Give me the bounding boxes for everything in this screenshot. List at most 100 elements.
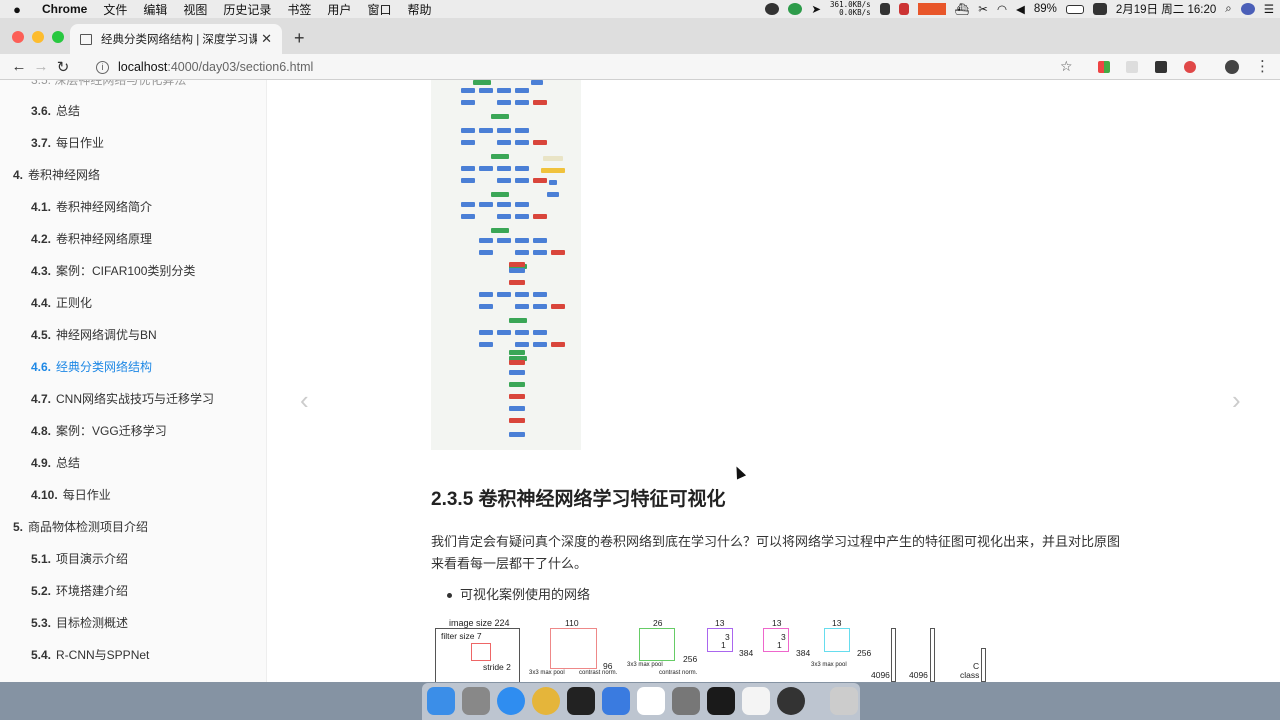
diagram-node bbox=[547, 192, 559, 197]
toc-item[interactable]: 4.10. 每日作业 bbox=[0, 485, 111, 505]
extension-grid-icon[interactable] bbox=[1098, 61, 1110, 73]
toc-item[interactable]: 4.1. 卷积神经网络简介 bbox=[0, 197, 152, 217]
battery-icon[interactable] bbox=[1065, 4, 1084, 14]
extension-cursor-icon[interactable] bbox=[1126, 61, 1138, 73]
toc-item[interactable]: 5.3. 目标检测概述 bbox=[0, 613, 128, 633]
memory-status-icon[interactable] bbox=[879, 3, 890, 15]
toc-item[interactable]: 3.7. 每日作业 bbox=[0, 133, 104, 153]
toc-item-number: 5.2. bbox=[31, 584, 52, 598]
toc-item-partial[interactable]: 3.5. 深层神经网络与优化算法 bbox=[0, 80, 186, 90]
toc-item[interactable]: 4.6. 经典分类网络结构 bbox=[0, 357, 152, 377]
fig-pool2: 3x3 max pool bbox=[627, 662, 663, 668]
docker-icon[interactable]: ⛴ bbox=[955, 2, 970, 16]
toc-item[interactable]: 5.2. 环境搭建介绍 bbox=[0, 581, 128, 601]
bookmark-star-icon[interactable]: ☆ bbox=[1060, 58, 1073, 75]
menu-edit[interactable]: 编辑 bbox=[135, 1, 175, 18]
extension-excel-icon[interactable] bbox=[1155, 61, 1167, 73]
typora-icon[interactable] bbox=[742, 687, 770, 715]
menu-file[interactable]: 文件 bbox=[95, 1, 135, 18]
toc-item[interactable]: 4.4. 正则化 bbox=[0, 293, 92, 313]
forward-button[interactable]: → bbox=[30, 58, 52, 75]
diagram-node bbox=[473, 80, 491, 85]
tab-active[interactable]: 经典分类网络结构 | 深度学习课 ✕ bbox=[70, 24, 282, 54]
finder-icon[interactable] bbox=[427, 687, 455, 715]
toc-item[interactable]: 5.4. R-CNN与SPPNet bbox=[0, 645, 149, 665]
wifi-icon[interactable]: ◠ bbox=[997, 2, 1007, 16]
prev-page-arrow[interactable]: ‹ bbox=[300, 385, 309, 416]
close-tab-icon[interactable]: ✕ bbox=[261, 31, 272, 47]
diagram-node bbox=[509, 262, 525, 267]
kite-icon[interactable] bbox=[637, 687, 665, 715]
diagram-node bbox=[549, 180, 557, 185]
browser-menu-icon[interactable]: ⋮ bbox=[1255, 57, 1270, 75]
toc-item[interactable]: 5.1. 项目演示介绍 bbox=[0, 549, 128, 569]
menu-help[interactable]: 帮助 bbox=[399, 1, 439, 18]
fig-label-13b: 13 bbox=[772, 618, 782, 628]
fig-layer2-box bbox=[639, 628, 675, 661]
clock[interactable]: 2月19日 周二 16:20 bbox=[1116, 1, 1216, 17]
cpu-status-icon[interactable] bbox=[898, 3, 909, 15]
battery-percent[interactable]: 89% bbox=[1034, 3, 1057, 15]
input-method-icon[interactable] bbox=[1092, 3, 1107, 15]
reload-button[interactable]: ↻ bbox=[52, 58, 74, 76]
next-page-arrow[interactable]: › bbox=[1232, 385, 1241, 416]
keynote-icon[interactable] bbox=[602, 687, 630, 715]
menu-app-name[interactable]: Chrome bbox=[34, 2, 95, 16]
scissors-icon[interactable]: ✂ bbox=[978, 2, 988, 16]
toc-item[interactable]: 5. 商品物体检测项目介绍 bbox=[0, 517, 148, 537]
terminal-icon[interactable] bbox=[707, 687, 735, 715]
toc-item-label: 总结 bbox=[56, 104, 81, 118]
spotlight-search-icon[interactable]: ⌕ bbox=[1225, 3, 1231, 16]
apple-menu-icon[interactable]: ● bbox=[0, 2, 34, 17]
chrome-icon[interactable] bbox=[532, 687, 560, 715]
toc-item[interactable]: 4.2. 卷积神经网络原理 bbox=[0, 229, 152, 249]
diagram-node bbox=[497, 202, 511, 207]
toc-item[interactable]: 4.7. CNN网络实战技巧与迁移学习 bbox=[0, 389, 214, 409]
extension-shield-icon[interactable] bbox=[1184, 61, 1196, 73]
obs-icon[interactable] bbox=[777, 687, 805, 715]
toc-item[interactable]: 4.5. 神经网络调优与BN bbox=[0, 325, 157, 345]
profile-avatar[interactable] bbox=[1225, 60, 1239, 74]
status-area: ➤ 361.0KB/s 0.0KB/s ⛴ ✂ ◠ ◀ 89% 2月19日 周二 … bbox=[765, 0, 1274, 18]
send-status-icon[interactable]: ➤ bbox=[811, 2, 821, 16]
menu-bookmarks[interactable]: 书签 bbox=[279, 1, 319, 18]
new-tab-button[interactable]: + bbox=[294, 28, 305, 49]
toc-item[interactable]: 4.3. 案例：CIFAR100类别分类 bbox=[0, 261, 195, 281]
toc-item-label: 案例：VGG迁移学习 bbox=[56, 424, 167, 438]
system-preferences-icon[interactable] bbox=[672, 687, 700, 715]
diagram-node bbox=[497, 128, 511, 133]
diagram-node bbox=[509, 350, 525, 355]
siri-icon[interactable] bbox=[1240, 3, 1255, 15]
toc-item-label: 案例：CIFAR100类别分类 bbox=[56, 264, 196, 278]
diagram-node bbox=[461, 202, 475, 207]
notification-center-icon[interactable]: ☰ bbox=[1264, 2, 1274, 16]
address-bar[interactable]: i localhost:4000/day03/section6.html bbox=[96, 54, 1086, 80]
diagram-node bbox=[479, 330, 493, 335]
menu-user[interactable]: 用户 bbox=[319, 1, 359, 18]
menu-history[interactable]: 历史记录 bbox=[215, 1, 279, 18]
diagram-node bbox=[497, 214, 511, 219]
close-window-button[interactable] bbox=[12, 31, 24, 43]
diagram-node bbox=[533, 178, 547, 183]
diagram-node bbox=[533, 140, 547, 145]
back-button[interactable]: ← bbox=[8, 58, 30, 75]
site-info-icon[interactable]: i bbox=[96, 60, 109, 74]
obs-status-icon[interactable] bbox=[765, 3, 780, 15]
pycharm-icon[interactable] bbox=[567, 687, 595, 715]
equalizer-icon[interactable] bbox=[917, 3, 946, 15]
volume-icon[interactable]: ◀ bbox=[1016, 2, 1025, 16]
toc-item[interactable]: 4. 卷积神经网络 bbox=[0, 165, 100, 185]
menu-view[interactable]: 视图 bbox=[175, 1, 215, 18]
minimize-window-button[interactable] bbox=[32, 31, 44, 43]
trash-icon[interactable] bbox=[830, 687, 858, 715]
launchpad-icon[interactable] bbox=[462, 687, 490, 715]
zoom-window-button[interactable] bbox=[52, 31, 64, 43]
diagram-node bbox=[541, 168, 565, 173]
update-status-icon[interactable] bbox=[788, 3, 803, 15]
diagram-node bbox=[509, 318, 527, 323]
toc-item[interactable]: 3.6. 总结 bbox=[0, 101, 80, 121]
toc-item[interactable]: 4.8. 案例：VGG迁移学习 bbox=[0, 421, 167, 441]
menu-window[interactable]: 窗口 bbox=[359, 1, 399, 18]
safari-icon[interactable] bbox=[497, 687, 525, 715]
toc-item[interactable]: 4.9. 总结 bbox=[0, 453, 80, 473]
